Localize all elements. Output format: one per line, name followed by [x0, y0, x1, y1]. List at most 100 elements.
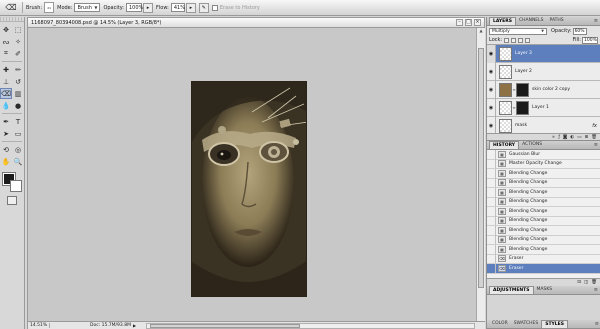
- adjustment-icon[interactable]: ◐: [570, 135, 574, 140]
- horizontal-scrollbar[interactable]: [146, 322, 475, 329]
- history-item[interactable]: ▦ Blending Change: [487, 216, 600, 226]
- history-source-checkbox[interactable]: [487, 206, 496, 216]
- quick-select-tool-icon[interactable]: ✧: [12, 36, 24, 47]
- lock-all-icon[interactable]: [525, 37, 531, 43]
- tab-swatches[interactable]: SWATCHES: [511, 320, 542, 328]
- history-item[interactable]: ▦ Blending Change: [487, 235, 600, 245]
- trash-icon[interactable]: 🗑: [591, 135, 597, 140]
- tab-color[interactable]: COLOR: [489, 320, 511, 328]
- tab-masks[interactable]: MASKS: [534, 286, 556, 294]
- history-source-checkbox[interactable]: [487, 197, 496, 207]
- eye-icon[interactable]: ◉: [487, 62, 496, 81]
- history-source-checkbox[interactable]: [487, 254, 496, 264]
- eraser-tool-icon[interactable]: ⌫: [0, 88, 12, 99]
- blur-tool-icon[interactable]: 💧: [0, 100, 12, 111]
- history-item[interactable]: ▦ Blending Change: [487, 244, 600, 255]
- horizontal-scroll-thumb[interactable]: [150, 323, 301, 328]
- zoom-tool-icon[interactable]: 🔍: [12, 156, 24, 167]
- history-brush-tool-icon[interactable]: ↺: [12, 76, 24, 87]
- lock-transparency-icon[interactable]: [504, 37, 510, 43]
- layer-mask-thumbnail[interactable]: [516, 82, 529, 97]
- history-item[interactable]: ▦ Blending Change: [487, 197, 600, 207]
- tab-channels[interactable]: CHANNELS: [516, 17, 547, 25]
- tab-paths[interactable]: PATHS: [547, 17, 567, 25]
- document-titlebar[interactable]: 1168097_80394008.psd @ 14.5% (Layer 3, R…: [27, 17, 485, 28]
- eye-icon[interactable]: ◉: [487, 45, 496, 63]
- background-color-swatch[interactable]: [10, 180, 22, 192]
- airbrush-icon[interactable]: ✎: [198, 2, 209, 13]
- trash-icon[interactable]: 🗑: [591, 280, 597, 285]
- close-icon[interactable]: ×: [474, 19, 481, 26]
- zoom-level[interactable]: 14.51%: [28, 323, 50, 328]
- marquee-tool-icon[interactable]: ⬚: [12, 24, 24, 35]
- move-tool-icon[interactable]: ✥: [0, 24, 12, 35]
- panel-menu-icon[interactable]: ≡: [594, 141, 598, 149]
- flow-slider-toggle[interactable]: ▸: [185, 2, 196, 13]
- history-source-checkbox[interactable]: [487, 263, 496, 273]
- history-source-checkbox[interactable]: [487, 168, 496, 178]
- eyedropper-tool-icon[interactable]: ✐: [12, 48, 24, 59]
- history-item-current[interactable]: ⌫ Eraser: [487, 263, 600, 274]
- history-item[interactable]: ⌫ Eraser: [487, 254, 600, 264]
- history-source-checkbox[interactable]: [487, 178, 496, 188]
- tab-layers[interactable]: LAYERS: [489, 17, 516, 25]
- crop-tool-icon[interactable]: ⌗: [0, 48, 12, 59]
- history-item[interactable]: ▦ Blending Change: [487, 225, 600, 236]
- history-item[interactable]: ▦ Blending Change: [487, 206, 600, 217]
- layer-row-layer-2[interactable]: ◉ Layer 2: [487, 62, 600, 81]
- panel-menu-icon[interactable]: ≡: [594, 286, 598, 294]
- tab-history[interactable]: HISTORY: [489, 141, 520, 149]
- tab-styles[interactable]: STYLES: [541, 320, 568, 328]
- blend-mode-select[interactable]: Multiply ▼: [489, 27, 547, 35]
- history-source-checkbox[interactable]: [487, 244, 496, 254]
- hand-tool-icon[interactable]: ✋: [0, 156, 12, 167]
- layer-mask-thumbnail[interactable]: [516, 100, 529, 115]
- flow-field[interactable]: 41%: [170, 3, 185, 12]
- history-source-checkbox[interactable]: [487, 150, 496, 159]
- canvas-area[interactable]: [27, 28, 476, 321]
- scroll-up-icon[interactable]: ▲: [477, 28, 485, 35]
- history-source-checkbox[interactable]: [487, 225, 496, 235]
- snapshot-icon[interactable]: ◫: [584, 280, 588, 285]
- clone-stamp-tool-icon[interactable]: ⊥: [0, 76, 12, 87]
- history-item[interactable]: ▦ Master Opacity Change: [487, 159, 600, 169]
- fx-icon[interactable]: ƒ: [558, 135, 560, 140]
- new-layer-icon[interactable]: ⊞: [585, 135, 589, 140]
- gradient-tool-icon[interactable]: ▥: [12, 88, 24, 99]
- history-item[interactable]: ▦ Blending Change: [487, 187, 600, 198]
- fill-field[interactable]: 100%: [582, 36, 598, 44]
- layer-row-layer-3[interactable]: ◉ Layer 3: [487, 45, 600, 63]
- layer-row-layer-1[interactable]: ◉ ∞ Layer 1: [487, 98, 600, 117]
- history-item[interactable]: ▦ Blending Change: [487, 168, 600, 179]
- link-icon[interactable]: ∞: [552, 135, 556, 140]
- layer-opacity-field[interactable]: 60%: [572, 27, 587, 35]
- maximize-icon[interactable]: □: [465, 19, 472, 26]
- layer-row-skin-color-2-copy[interactable]: ◉ ∞ skin color 2 copy: [487, 80, 600, 99]
- mask-icon[interactable]: ◙: [563, 135, 567, 140]
- healing-brush-tool-icon[interactable]: ✚: [0, 64, 12, 75]
- document-image[interactable]: [191, 81, 307, 297]
- opacity-slider-toggle[interactable]: ▸: [143, 2, 153, 13]
- type-tool-icon[interactable]: T: [12, 116, 24, 127]
- history-item[interactable]: ▦ Blending Change: [487, 178, 600, 188]
- shape-tool-icon[interactable]: ▭: [12, 128, 24, 139]
- lock-image-icon[interactable]: [511, 37, 517, 43]
- tab-adjustments[interactable]: ADJUSTMENTS: [489, 286, 534, 294]
- quick-mask-icon[interactable]: [7, 196, 17, 205]
- tab-actions[interactable]: ACTIONS: [519, 141, 545, 149]
- brush-picker[interactable]: 21: [44, 2, 55, 13]
- eye-icon[interactable]: ◉: [487, 98, 496, 117]
- path-select-tool-icon[interactable]: ➤: [0, 128, 12, 139]
- history-source-checkbox[interactable]: [487, 187, 496, 197]
- mode-select[interactable]: Brush ▼: [74, 3, 101, 12]
- lock-position-icon[interactable]: [518, 37, 524, 43]
- vertical-scroll-thumb[interactable]: [478, 48, 484, 288]
- pen-tool-icon[interactable]: ✒: [0, 116, 12, 127]
- vertical-scrollbar[interactable]: ▲: [476, 28, 485, 321]
- history-source-checkbox[interactable]: [487, 159, 496, 169]
- history-source-checkbox[interactable]: [487, 235, 496, 245]
- new-document-from-state-icon[interactable]: ⊡: [577, 280, 581, 285]
- eye-icon[interactable]: ◉: [487, 80, 496, 99]
- opacity-field[interactable]: 100%: [126, 3, 143, 12]
- status-menu-icon[interactable]: ▶: [133, 323, 136, 328]
